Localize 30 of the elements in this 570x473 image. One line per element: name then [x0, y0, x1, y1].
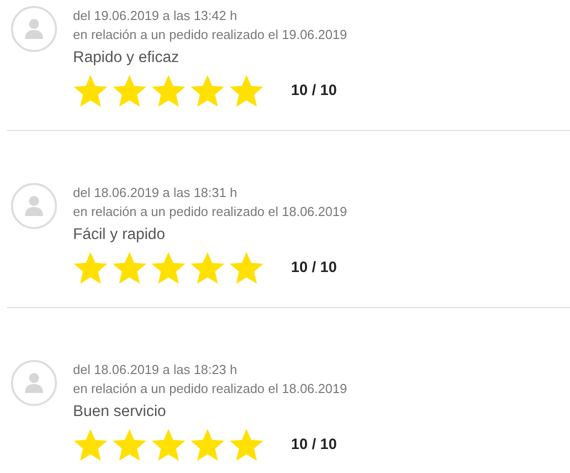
order-reference: en relación a un pedido realizado el 19.06.2019: [73, 26, 347, 44]
star-icon: [190, 428, 225, 462]
order-reference: en relación a un pedido realizado el 18.06.2019: [73, 380, 347, 398]
star-icon: [190, 251, 225, 285]
star-icon: [73, 428, 108, 462]
star-icon: [151, 428, 186, 462]
review-date: del 18.06.2019 a las 18:31 h: [73, 184, 238, 202]
star-icon: [229, 251, 264, 285]
star-icon: [190, 74, 225, 108]
avatar-icon: [11, 360, 57, 406]
review-title: Fácil y rapido: [73, 225, 166, 245]
star-icon: [229, 428, 264, 462]
review-date: del 19.06.2019 a las 13:42 h: [73, 7, 238, 25]
score-text: 10 / 10: [291, 434, 337, 455]
review-title: Rapido y eficaz: [73, 48, 180, 68]
star-icon: [73, 74, 108, 108]
avatar-icon: [11, 183, 57, 229]
star-icon: [229, 74, 264, 108]
order-reference: en relación a un pedido realizado el 18.06.2019: [73, 203, 347, 221]
avatar-icon: [11, 6, 57, 52]
score-text: 10 / 10: [291, 258, 337, 278]
review-title: Buen servicio: [73, 402, 168, 422]
star-icon: [112, 251, 147, 285]
star-icon: [73, 251, 108, 285]
review-date: del 18.06.2019 a las 18:23 h: [73, 361, 238, 379]
star-icon: [112, 428, 147, 462]
score-text: 10 / 10: [291, 80, 337, 101]
star-icon: [112, 74, 147, 108]
star-icon: [151, 251, 186, 285]
star-icon: [151, 74, 186, 108]
